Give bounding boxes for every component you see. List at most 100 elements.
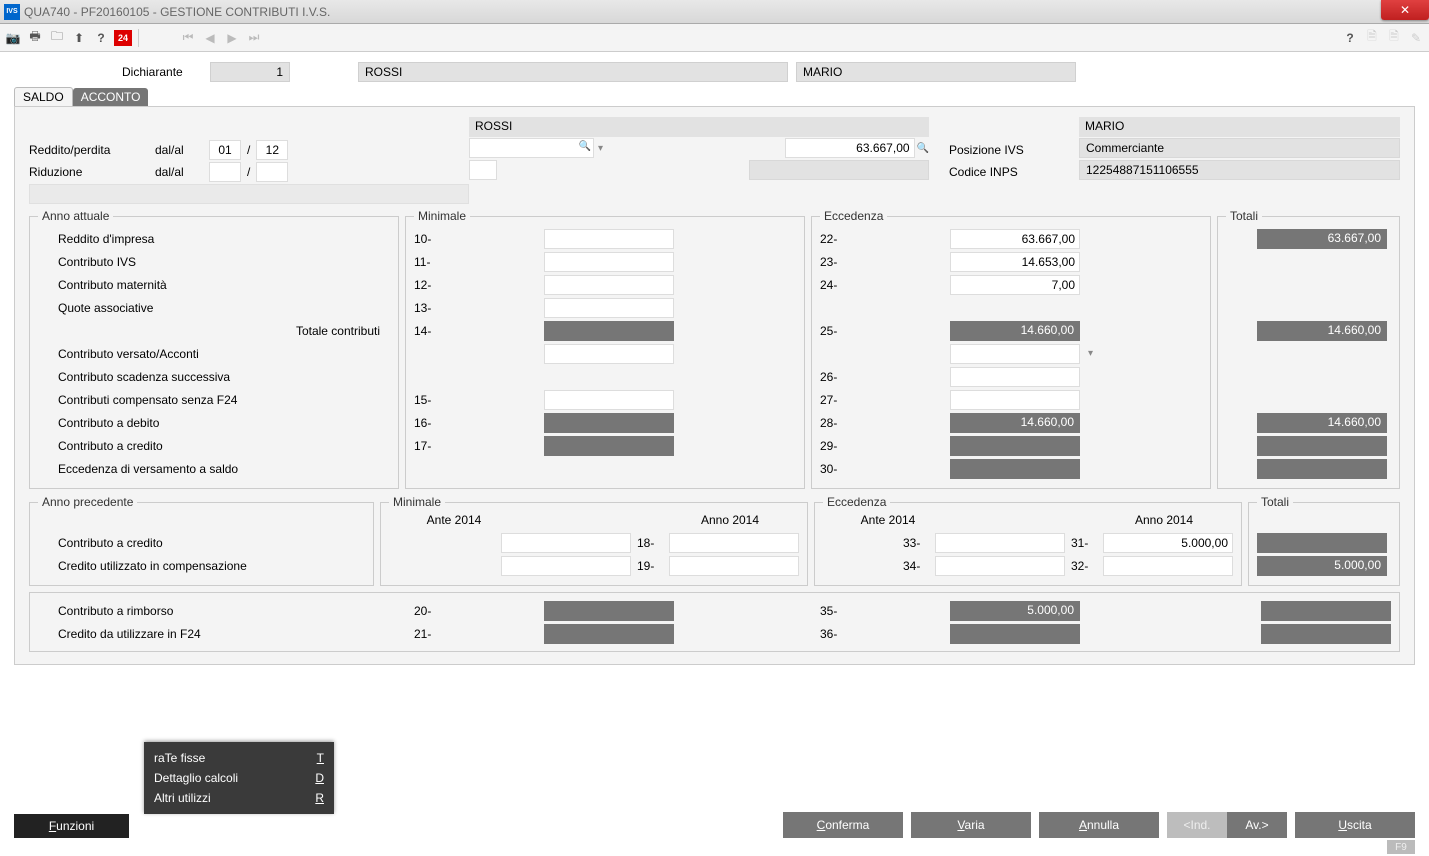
titlebar: IVS QUA740 - PF20160105 - GESTIONE CONTR… bbox=[0, 0, 1429, 24]
min-ante-comp-input[interactable] bbox=[501, 556, 631, 576]
badge-24[interactable]: 24 bbox=[114, 30, 132, 46]
tot-debito: 14.660,00 bbox=[1257, 413, 1387, 433]
riduzione-a-input[interactable] bbox=[256, 162, 288, 182]
search-icon[interactable]: 🔍 bbox=[917, 143, 929, 154]
ecc-36-total bbox=[950, 624, 1080, 644]
upload-icon[interactable]: ⬆ bbox=[70, 29, 88, 47]
tot-prev-cred bbox=[1257, 533, 1387, 553]
note-box[interactable] bbox=[29, 184, 469, 204]
lookup-input[interactable] bbox=[469, 138, 594, 158]
tot-rimborso bbox=[1261, 601, 1391, 621]
help-icon[interactable]: ? bbox=[92, 29, 110, 47]
min-20-total bbox=[544, 601, 674, 621]
toolbar: 📷 🖶 🗀 ⬆ ? 24 ⏮ ◀ ▶ ⏭ ? 🗎 🗎 ✎ bbox=[0, 24, 1429, 52]
ecc-22-input[interactable] bbox=[950, 229, 1080, 249]
dropdown-icon[interactable]: ▾ bbox=[598, 143, 603, 154]
print-icon[interactable]: 🖶 bbox=[26, 29, 44, 47]
nav-next-icon[interactable]: ▶ bbox=[223, 29, 241, 47]
footer: Funzioni raTe fisseT Dettaglio calcoliD … bbox=[14, 778, 1415, 838]
tot-totale: 14.660,00 bbox=[1257, 321, 1387, 341]
tabs: SALDO ACCONTO bbox=[14, 86, 1415, 106]
dropdown-icon[interactable]: ▾ bbox=[1088, 348, 1093, 359]
dichiarante-row: Dichiarante 1 ROSSI MARIO bbox=[14, 60, 1415, 84]
ecc-23-input[interactable] bbox=[950, 252, 1080, 272]
funzioni-button[interactable]: Funzioni bbox=[14, 814, 129, 838]
tot-f24 bbox=[1261, 624, 1391, 644]
codice-inps-label: Codice INPS bbox=[949, 165, 1018, 179]
min-19-input[interactable] bbox=[669, 556, 799, 576]
menu-altri[interactable]: Altri utilizziR bbox=[144, 788, 334, 808]
min-14-total bbox=[544, 321, 674, 341]
group-minimale: Minimale 10- 11- 12- 13- 14- 15- 16- 17- bbox=[405, 209, 805, 489]
camera-icon[interactable]: 📷 bbox=[4, 29, 22, 47]
av-button[interactable]: Av.> bbox=[1227, 812, 1287, 838]
group-totali: Totali 63.667,00 14.660,00 14.660,00 bbox=[1217, 209, 1400, 489]
close-button[interactable]: ✕ bbox=[1381, 0, 1429, 20]
min-13-input[interactable] bbox=[544, 298, 674, 318]
varia-button[interactable]: Varia bbox=[911, 812, 1031, 838]
tab-saldo[interactable]: SALDO bbox=[14, 87, 73, 106]
dichiarante-label: Dichiarante bbox=[122, 65, 202, 79]
help2-icon[interactable]: ? bbox=[1341, 29, 1359, 47]
tot-eccedenza bbox=[1257, 459, 1387, 479]
doc1-icon[interactable]: 🗎 bbox=[1363, 29, 1381, 47]
riduzione-code-input[interactable] bbox=[469, 160, 497, 180]
folder-icon[interactable]: 🗀 bbox=[48, 29, 66, 47]
doc2-icon[interactable]: 🗎 bbox=[1385, 29, 1403, 47]
app-icon: IVS bbox=[4, 4, 20, 20]
funzioni-popup: raTe fisseT Dettaglio calcoliD Altri uti… bbox=[144, 742, 334, 814]
nome2-box: MARIO bbox=[1079, 117, 1400, 137]
min-ante-cred-input[interactable] bbox=[501, 533, 631, 553]
ecc-versato-input[interactable] bbox=[950, 344, 1080, 364]
uscita-button[interactable]: Uscita bbox=[1295, 812, 1415, 838]
ecc-33-input[interactable] bbox=[935, 533, 1065, 553]
group-eccedenza-prev: Eccedenza Ante 2014Anno 2014 33- 31- 34-… bbox=[814, 495, 1242, 586]
window-title: QUA740 - PF20160105 - GESTIONE CONTRIBUT… bbox=[24, 5, 330, 19]
conferma-button[interactable]: Conferma bbox=[783, 812, 903, 838]
group-eccedenza: Eccedenza 22- 23- 24- 25-14.660,00 ▾ 26-… bbox=[811, 209, 1211, 489]
dal-al-label: dal/al bbox=[155, 143, 203, 157]
nav-prev-icon[interactable]: ◀ bbox=[201, 29, 219, 47]
ecc-32-input[interactable] bbox=[1103, 556, 1233, 576]
edit-icon[interactable]: ✎ bbox=[1407, 29, 1425, 47]
tot-reddito: 63.667,00 bbox=[1257, 229, 1387, 249]
reddito-perdita-label: Reddito/perdita bbox=[29, 143, 149, 157]
ecc-24-input[interactable] bbox=[950, 275, 1080, 295]
min-versato-input[interactable] bbox=[544, 344, 674, 364]
mese-da-input[interactable] bbox=[209, 140, 241, 160]
ecc-30-total bbox=[950, 459, 1080, 479]
tab-acconto[interactable]: ACCONTO bbox=[73, 88, 149, 106]
min-16-total bbox=[544, 413, 674, 433]
mese-a-input[interactable] bbox=[256, 140, 288, 160]
ecc-35-total: 5.000,00 bbox=[950, 601, 1080, 621]
menu-dettaglio[interactable]: Dettaglio calcoliD bbox=[144, 768, 334, 788]
min-18-input[interactable] bbox=[669, 533, 799, 553]
tot-credito bbox=[1257, 436, 1387, 456]
group-minimale-prev: Minimale Ante 2014Anno 2014 18- 19- bbox=[380, 495, 808, 586]
menu-rate-fisse[interactable]: raTe fisseT bbox=[144, 748, 334, 768]
nav-last-icon[interactable]: ⏭ bbox=[245, 29, 263, 47]
ecc-25-total: 14.660,00 bbox=[950, 321, 1080, 341]
min-12-input[interactable] bbox=[544, 275, 674, 295]
ecc-27-input[interactable] bbox=[950, 390, 1080, 410]
ecc-34-input[interactable] bbox=[935, 556, 1065, 576]
posizione-ivs-value: Commerciante bbox=[1079, 138, 1400, 158]
ind-button: <Ind. bbox=[1167, 812, 1227, 838]
group-anno-precedente: Anno precedente Contributo a credito Cre… bbox=[29, 495, 374, 586]
min-11-input[interactable] bbox=[544, 252, 674, 272]
ecc-28-total: 14.660,00 bbox=[950, 413, 1080, 433]
f9-indicator: F9 bbox=[1387, 840, 1415, 854]
annulla-button[interactable]: Annulla bbox=[1039, 812, 1159, 838]
min-21-total bbox=[544, 624, 674, 644]
grey-box-mid bbox=[749, 160, 929, 180]
riduzione-da-input[interactable] bbox=[209, 162, 241, 182]
codice-inps-value: 12254887151106555 bbox=[1079, 160, 1400, 180]
min-15-input[interactable] bbox=[544, 390, 674, 410]
min-10-input[interactable] bbox=[544, 229, 674, 249]
nav-first-icon[interactable]: ⏮ bbox=[179, 29, 197, 47]
importo-top-input[interactable] bbox=[785, 138, 915, 158]
ecc-31-input[interactable] bbox=[1103, 533, 1233, 553]
bottom-group: Contributo a rimborso Credito da utilizz… bbox=[29, 592, 1400, 652]
dichiarante-number: 1 bbox=[210, 62, 290, 82]
ecc-26-input[interactable] bbox=[950, 367, 1080, 387]
